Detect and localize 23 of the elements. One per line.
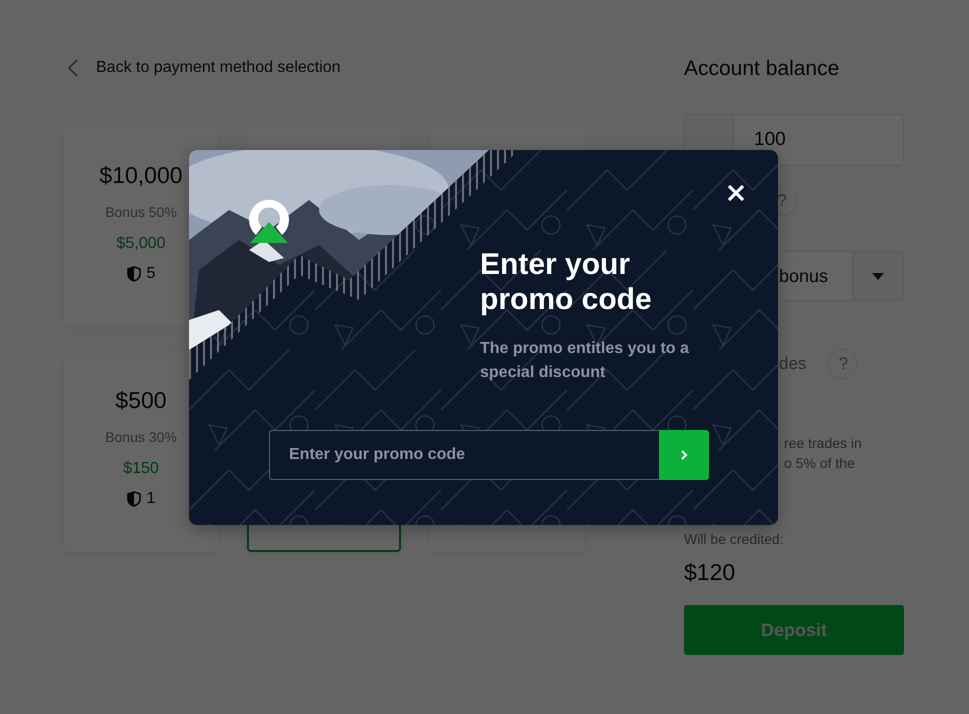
section-title: Account balance <box>684 57 840 81</box>
back-link[interactable]: Back to payment method selection <box>64 55 584 81</box>
shield-icon <box>126 266 141 282</box>
trades-count: 5 <box>146 265 156 283</box>
promo-code-field[interactable]: Enter your promo code <box>269 430 659 480</box>
close-icon <box>727 184 745 202</box>
note-text: ree trades in <box>784 434 863 453</box>
trades-count: 1 <box>146 490 156 508</box>
close-button[interactable] <box>725 182 747 204</box>
dialog-subtitle: The promo entitles you to a special discount <box>480 339 690 383</box>
credited-amount: $120 <box>684 559 736 586</box>
note-text: o 5% of the <box>784 454 856 473</box>
chevron-right-icon <box>680 449 688 461</box>
shield-icon <box>126 491 141 507</box>
dialog-title: Enter your promo code <box>480 247 653 317</box>
chevron-left-icon <box>68 59 78 77</box>
help-icon[interactable]: ? <box>828 349 858 379</box>
bonus-amount: $150 <box>123 460 159 478</box>
caret-icon <box>872 272 884 280</box>
bonus-amount: $5,000 <box>116 235 166 253</box>
package-amount: $10,000 <box>99 162 183 189</box>
package-amount: $500 <box>115 387 167 414</box>
credited-label: Will be credited: <box>684 531 785 547</box>
